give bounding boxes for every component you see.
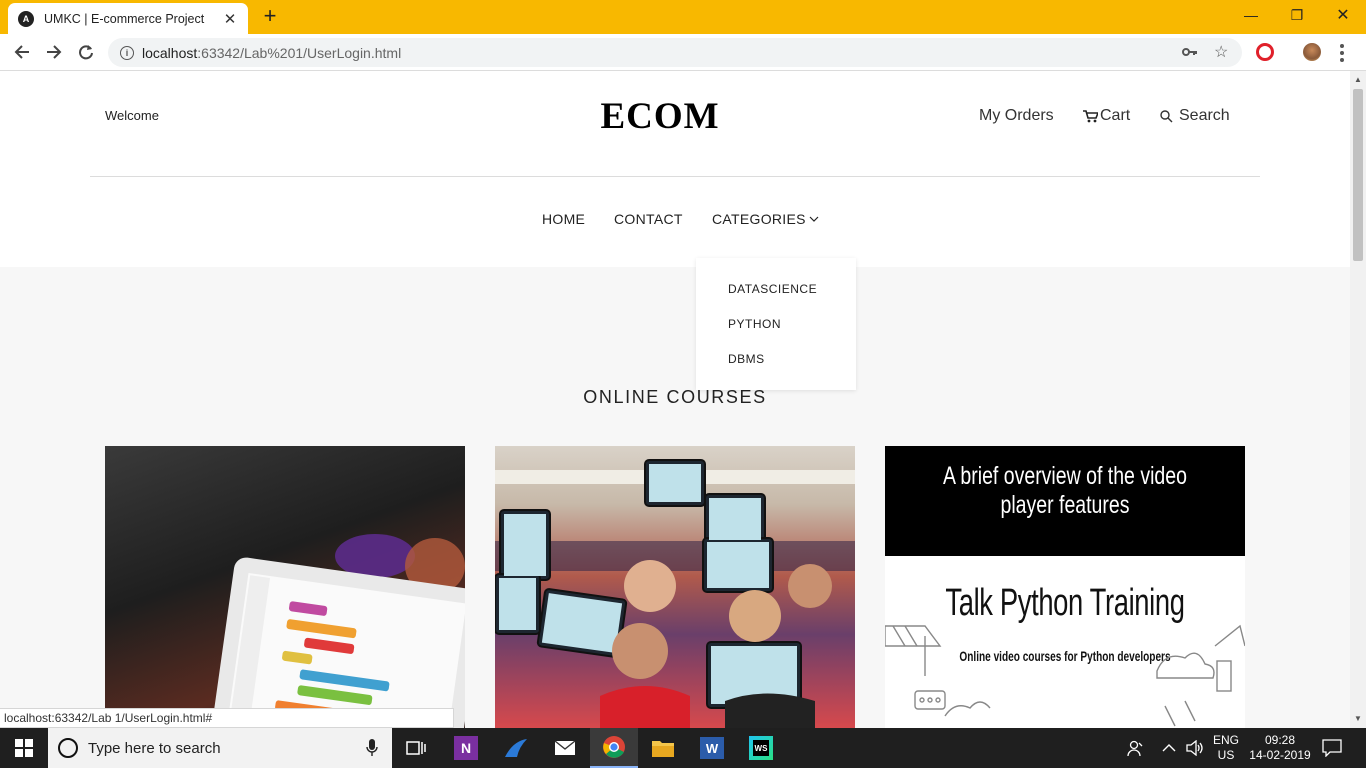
cart-label: Cart (1100, 107, 1131, 124)
course-card-1[interactable] (105, 446, 465, 728)
lang-code: ENG (1212, 733, 1239, 747)
nav-categories[interactable]: CATEGORIES (712, 211, 819, 227)
browser-tab[interactable]: A UMKC | E-commerce Project ✕ (8, 3, 248, 34)
volume-icon[interactable] (1186, 728, 1204, 768)
clock-date: 14-02-2019 (1249, 748, 1311, 762)
taskbar-search-placeholder: Type here to search (88, 739, 221, 757)
scroll-down-icon[interactable]: ▼ (1354, 714, 1362, 723)
nav-home[interactable]: HOME (542, 211, 585, 227)
restore-icon[interactable]: ❐ (1274, 0, 1320, 30)
clock[interactable]: 09:28 14-02-2019 (1248, 728, 1312, 768)
tray-chevron-up-icon[interactable] (1162, 728, 1176, 768)
tab-favicon-icon: A (18, 10, 34, 27)
people-icon[interactable] (1126, 728, 1144, 768)
page-scrollbar[interactable]: ▲ ▼ (1350, 71, 1366, 728)
search-link[interactable]: Search (1160, 107, 1230, 125)
task-view-icon[interactable] (392, 728, 440, 768)
course-image-coding-kids (212, 534, 465, 728)
windows-start-icon[interactable] (0, 728, 48, 768)
category-item-dbms[interactable]: DBMS (728, 352, 765, 366)
course-card-2[interactable] (495, 446, 855, 728)
chrome-taskbar-icon[interactable] (590, 728, 638, 768)
window-close-icon[interactable]: ✕ (1320, 0, 1366, 30)
welcome-text: Welcome (105, 108, 159, 123)
opera-extension-icon[interactable] (1256, 43, 1274, 61)
category-item-python[interactable]: PYTHON (728, 317, 781, 331)
bookmark-star-icon[interactable]: ☆ (1214, 42, 1228, 62)
profile-avatar[interactable] (1303, 43, 1321, 61)
chevron-down-icon (809, 216, 819, 222)
minimize-icon[interactable]: — (1228, 0, 1274, 30)
search-label: Search (1179, 107, 1230, 124)
site-brand-logo[interactable]: ECOM (560, 95, 760, 138)
browser-titlebar: A UMKC | E-commerce Project ✕ + — ❐ ✕ (0, 0, 1366, 34)
microphone-icon[interactable] (366, 739, 378, 757)
clock-time: 09:28 (1264, 733, 1296, 747)
categories-dropdown: DATASCIENCE PYTHON DBMS (696, 258, 856, 390)
chrome-menu-icon[interactable] (1340, 44, 1344, 62)
nav-categories-label: CATEGORIES (712, 211, 806, 227)
cart-link[interactable]: Cart (1083, 107, 1130, 125)
url-text: localhost:63342/Lab%201/UserLogin.html (142, 44, 402, 61)
site-header: Welcome ECOM My Orders Cart Search HOME … (0, 71, 1350, 267)
word-icon[interactable]: W (688, 728, 736, 768)
tab-title: UMKC | E-commerce Project (44, 11, 205, 26)
link-status-bar: localhost:63342/Lab 1/UserLogin.html# (0, 708, 454, 728)
shark-app-icon[interactable] (492, 728, 540, 768)
web-page: Welcome ECOM My Orders Cart Search HOME … (0, 71, 1350, 728)
tab-close-icon[interactable]: ✕ (222, 10, 238, 28)
taskbar-search-box[interactable]: Type here to search (48, 728, 392, 768)
search-icon (1160, 109, 1173, 122)
section-title: ONLINE COURSES (583, 387, 767, 407)
cart-icon (1083, 109, 1098, 122)
key-icon[interactable] (1182, 45, 1198, 62)
notifications-icon[interactable] (1322, 728, 1342, 768)
browser-toolbar: i localhost:63342/Lab%201/UserLogin.html… (0, 34, 1366, 71)
mail-icon[interactable] (541, 728, 589, 768)
region-code: US (1217, 748, 1235, 762)
onenote-icon[interactable]: N (442, 728, 490, 768)
file-explorer-icon[interactable] (639, 728, 687, 768)
reload-icon[interactable] (74, 40, 98, 64)
language-indicator[interactable]: ENG US (1210, 728, 1242, 768)
address-bar[interactable]: i localhost:63342/Lab%201/UserLogin.html… (108, 38, 1242, 67)
site-info-icon[interactable]: i (120, 45, 134, 60)
windows-taskbar: Type here to search N W WS ENG US 09:28 … (0, 728, 1366, 768)
my-orders-link[interactable]: My Orders (979, 107, 1054, 125)
header-divider (90, 176, 1260, 177)
webstorm-icon[interactable]: WS (737, 728, 785, 768)
course-card-3[interactable]: A brief overview of the video player fea… (885, 446, 1245, 728)
line-art-illustration (885, 624, 1245, 727)
nav-contact[interactable]: CONTACT (614, 211, 683, 227)
category-item-datascience[interactable]: DATASCIENCE (728, 282, 817, 296)
scroll-thumb[interactable] (1353, 89, 1363, 261)
forward-icon[interactable] (42, 40, 66, 64)
scroll-up-icon[interactable]: ▲ (1354, 75, 1362, 84)
back-icon[interactable] (10, 40, 34, 64)
cortana-icon (58, 738, 78, 758)
course-image-tablet-class (495, 459, 855, 728)
new-tab-icon[interactable]: + (258, 5, 282, 29)
